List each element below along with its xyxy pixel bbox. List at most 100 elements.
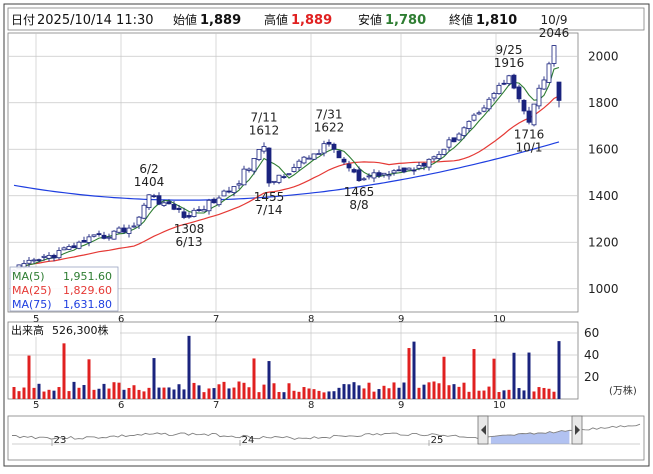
candle-body	[486, 98, 492, 110]
candle-body	[36, 259, 42, 262]
candle	[311, 153, 317, 160]
volume-bar	[317, 390, 321, 399]
candle-body	[526, 110, 532, 123]
volume-bar	[352, 382, 356, 399]
volume-tick-label: 20	[584, 370, 599, 384]
ma75-legend-label: MA(75)	[12, 298, 52, 311]
navigator-year-label: 23	[54, 435, 67, 446]
annotation-label: 1622	[314, 120, 345, 134]
volume-bar	[242, 382, 246, 399]
candle-body	[546, 63, 552, 83]
volume-bar	[142, 391, 146, 399]
candle-body	[196, 209, 202, 211]
date-label: 日付	[11, 13, 35, 27]
volume-bar	[322, 392, 326, 399]
volume-unit: (万株)	[609, 384, 637, 397]
volume-bar	[332, 391, 336, 399]
candle-body	[171, 204, 177, 210]
candle-body	[406, 167, 412, 171]
volume-bar	[57, 387, 61, 399]
volume-bar	[472, 349, 476, 399]
volume-bar	[172, 389, 176, 399]
volume-bar	[312, 389, 316, 399]
candle-body	[291, 167, 297, 172]
candle-body	[376, 172, 382, 177]
volume-bar	[167, 387, 171, 399]
volume-bar	[422, 384, 426, 399]
candle-body	[21, 263, 27, 268]
candle-body	[51, 254, 57, 259]
candle-body	[516, 86, 522, 100]
candle-body	[131, 225, 137, 228]
candle-body	[31, 259, 37, 262]
ma75-legend-value: 1,631.80	[63, 298, 112, 311]
candle-body	[391, 170, 397, 174]
candle-body	[511, 74, 517, 89]
volume-bar	[397, 387, 401, 399]
volume-axis: 60 40 20	[584, 326, 599, 384]
candle-body	[141, 204, 147, 219]
volume-bar	[47, 389, 51, 399]
candle	[546, 61, 552, 83]
candle-body	[506, 75, 512, 84]
volume-bar	[282, 392, 286, 399]
candle-body	[556, 81, 562, 101]
candle	[551, 44, 557, 67]
candle-body	[296, 160, 302, 168]
volume-bar	[87, 359, 91, 399]
volume-bar	[127, 387, 131, 399]
ma-legend: MA(5) 1,951.60 MA(25) 1,829.60 MA(75) 1,…	[9, 266, 119, 312]
volume-bar	[92, 389, 96, 399]
volume-bar	[502, 390, 506, 399]
candle	[336, 150, 342, 159]
candle-body	[96, 233, 102, 236]
candle-body	[426, 158, 432, 168]
volume-tick-label: 40	[584, 348, 599, 362]
candle-body	[396, 169, 402, 172]
candle-body	[366, 175, 372, 178]
annotation-label: 7/31	[316, 107, 343, 121]
candle	[451, 137, 457, 143]
volume-bar	[222, 381, 226, 399]
price-tick-label: 1800	[588, 96, 619, 110]
volume-bar	[217, 384, 221, 399]
candle-body	[41, 255, 47, 258]
candle-body	[241, 168, 247, 186]
candle-body	[251, 158, 257, 172]
navigator-left-handle[interactable]	[477, 415, 489, 445]
navigator-right-handle[interactable]	[571, 415, 583, 445]
annotation-label: 6/13	[176, 235, 203, 249]
candle-body	[436, 153, 442, 159]
volume-bar	[507, 389, 511, 399]
volume-bar	[207, 388, 211, 399]
volume-bar	[197, 385, 201, 399]
candle-body	[356, 169, 362, 182]
month-tick-label: 7	[213, 400, 219, 411]
volume-bar	[212, 388, 216, 399]
candle-body	[446, 139, 452, 148]
candle-body	[146, 194, 152, 209]
volume-bar	[547, 388, 551, 399]
volume-bar	[252, 358, 256, 399]
candle-body	[111, 230, 117, 240]
volume-bar	[517, 388, 521, 399]
candle-body	[416, 165, 422, 169]
candle-body	[221, 190, 227, 197]
volume-bar	[247, 387, 251, 399]
range-navigator[interactable]: 23 24 25	[7, 415, 645, 461]
candle-body	[261, 146, 267, 152]
stock-chart: 日付 2025/10/14 11:30 始値 1,889 高値 1,889 安値…	[0, 0, 653, 470]
annotation-label: 7/14	[256, 203, 283, 217]
candle-body	[151, 195, 157, 198]
annotation-label: 1916	[494, 56, 525, 70]
volume-bar	[527, 352, 531, 399]
volume-bar	[97, 388, 101, 399]
annotation-label: 1308	[174, 222, 205, 236]
candle-body	[206, 199, 212, 212]
candle-body	[281, 176, 287, 178]
candle-body	[536, 87, 542, 107]
candle-body	[76, 241, 82, 249]
open-value: 1,889	[200, 13, 241, 28]
volume-bar	[177, 384, 181, 399]
volume-tick-label: 60	[584, 326, 599, 340]
